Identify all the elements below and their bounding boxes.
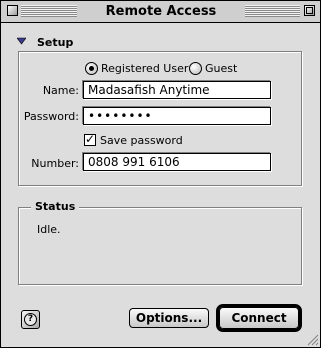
registered-user-label: Registered User xyxy=(101,62,189,75)
name-label: Name: xyxy=(42,84,79,97)
guest-label: Guest xyxy=(205,62,238,75)
disclosure-triangle-icon[interactable] xyxy=(17,37,26,46)
zoom-box-icon[interactable] xyxy=(304,5,315,16)
title-bar-stripes-left xyxy=(21,5,77,17)
save-password-label: Save password xyxy=(100,134,183,147)
number-field[interactable] xyxy=(83,153,271,171)
status-text: Idle. xyxy=(37,223,61,236)
connect-button[interactable]: Connect xyxy=(219,307,299,329)
number-label: Number: xyxy=(31,157,79,170)
save-password-checkbox[interactable] xyxy=(84,132,96,146)
title-bar-stripes-right xyxy=(245,5,300,17)
status-section-label: Status xyxy=(31,200,80,213)
grow-box-icon[interactable] xyxy=(304,331,319,346)
guest-radio[interactable] xyxy=(189,62,202,75)
registered-user-radio[interactable] xyxy=(85,62,98,75)
password-field[interactable] xyxy=(83,107,271,125)
close-box-icon[interactable] xyxy=(7,5,18,16)
password-label: Password: xyxy=(23,110,79,123)
setup-section-label: Setup xyxy=(37,36,74,49)
options-button[interactable]: Options... xyxy=(129,308,209,328)
status-group-box xyxy=(18,207,302,285)
window-title: Remote Access xyxy=(105,4,217,19)
help-icon: ? xyxy=(24,313,37,326)
remote-access-window: Remote Access Setup Registered User Gues… xyxy=(0,0,321,348)
title-bar[interactable]: Remote Access xyxy=(1,1,320,23)
name-field[interactable] xyxy=(83,81,271,99)
help-button[interactable]: ? xyxy=(21,310,40,329)
